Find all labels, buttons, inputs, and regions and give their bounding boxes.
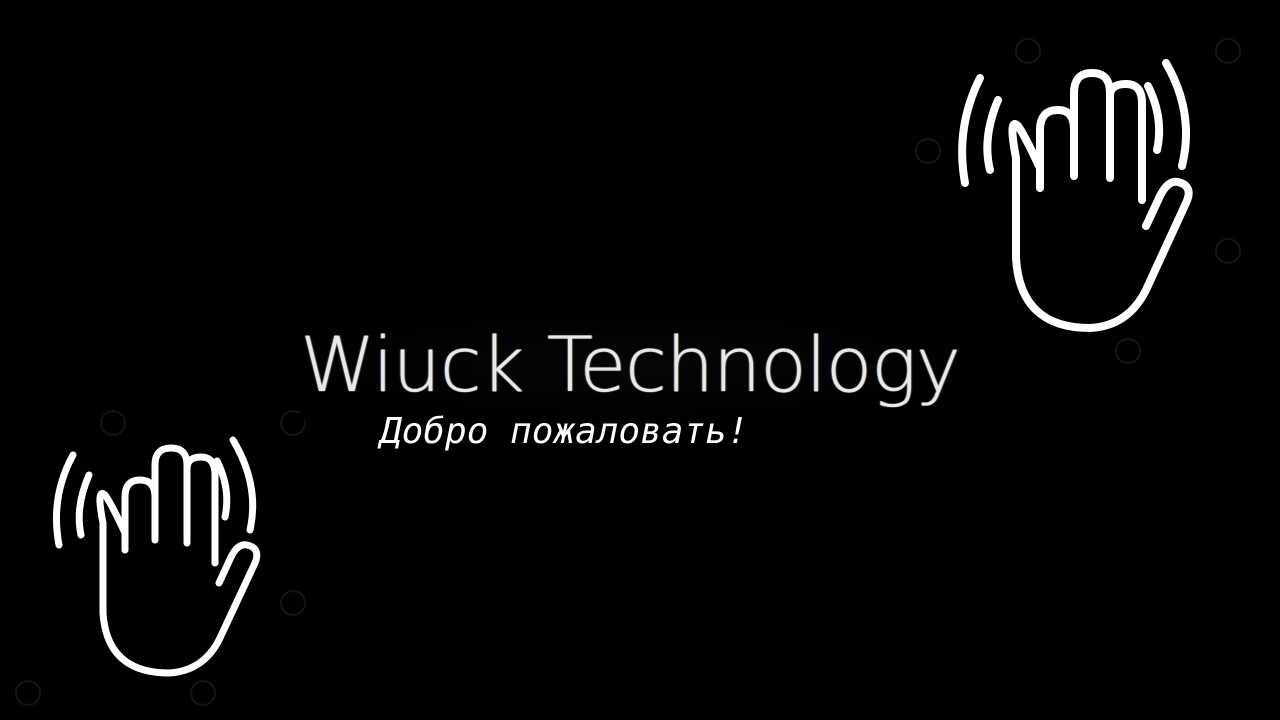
waving-hand-icon (958, 59, 1193, 332)
watermark-mark (1215, 238, 1241, 264)
welcome-screen: Wiuck Technology Добро пожаловать! (0, 0, 1280, 720)
brand-banner: Wiuck Technology (300, 310, 961, 420)
watermark-mark (1215, 38, 1241, 64)
watermark-mark (915, 138, 941, 164)
watermark-mark (15, 680, 41, 706)
waving-hand-icon (52, 436, 261, 677)
welcome-message: Добро пожаловать! (380, 411, 749, 452)
brand-title: Wiuck Technology (300, 320, 961, 409)
watermark-mark (100, 410, 126, 436)
watermark-mark (190, 680, 216, 706)
watermark-mark (1115, 338, 1141, 364)
watermark-mark (280, 590, 306, 616)
